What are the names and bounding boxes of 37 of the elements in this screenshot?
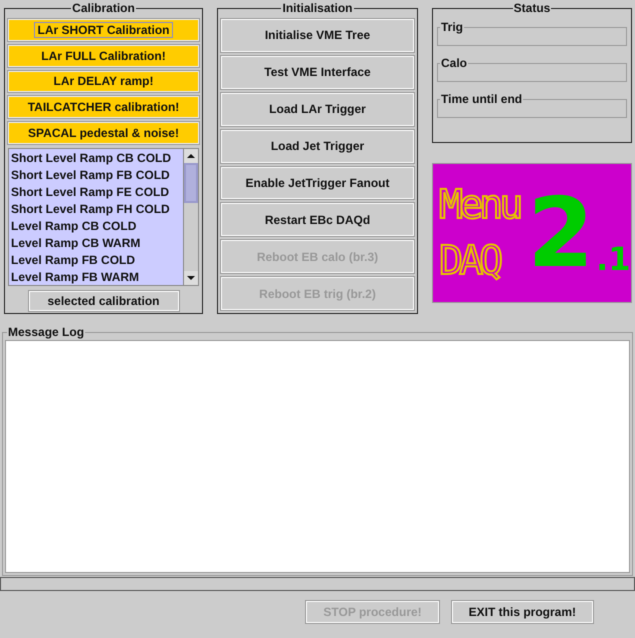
list-item[interactable]: Short Level Ramp FE COLD <box>11 184 181 201</box>
status-label: Trig <box>440 20 464 34</box>
list-item[interactable]: Short Level Ramp CB COLD <box>11 150 181 167</box>
list-item[interactable]: Level Ramp CB WARM <box>11 234 181 252</box>
status-label: Calo <box>440 56 468 70</box>
init-button[interactable]: Load LAr Trigger <box>221 92 414 126</box>
panel-title: Calibration <box>71 2 136 14</box>
calibration-button[interactable]: TAILCATCHER calibration! <box>8 96 199 118</box>
list-item[interactable]: Level Ramp CB COLD <box>11 218 181 235</box>
footer-button[interactable]: EXIT this program! <box>452 601 593 623</box>
scroll-up-icon[interactable] <box>184 148 198 163</box>
init-button[interactable]: Test VME Interface <box>221 56 414 89</box>
list-item[interactable]: Level Ramp FB WARM <box>11 268 181 286</box>
calibration-button[interactable]: LAr DELAY ramp! <box>8 70 199 92</box>
calibration-button[interactable]: LAr SHORT Calibration <box>8 19 199 41</box>
run-selected-button[interactable]: selected calibration <box>28 290 178 311</box>
calibration-button[interactable]: LAr FULL Calibration! <box>8 44 199 67</box>
panel-title: Message Log <box>7 326 86 338</box>
logo-minor-version: .1 <box>596 240 631 278</box>
list-item[interactable]: Level Ramp FB COLD <box>11 252 181 269</box>
init-button[interactable]: Initialise VME Tree <box>221 19 414 52</box>
scroll-thumb[interactable] <box>184 162 198 203</box>
calibration-list[interactable]: Short Level Ramp CB COLD Short Level Ramp FB COLD Short Level Ramp FE COLD Short Level Ramp FH COLD Level Ramp CB COLD Level Ramp CB WARM Level Ramp FB COLD Level Ramp FB WARM <box>8 148 199 286</box>
status-label: Time until end <box>440 92 524 106</box>
logo-word: DAQ <box>439 237 502 286</box>
calibration-button[interactable]: SPACAL pedestal & noise! <box>8 122 199 144</box>
panel-title: Initialisation <box>281 2 354 14</box>
logo-version: 2 <box>527 178 594 288</box>
logo-word: Menu <box>439 181 522 230</box>
scrollbar[interactable] <box>183 148 198 285</box>
init-button[interactable]: Load Jet Trigger <box>221 130 414 162</box>
list-item[interactable]: Short Level Ramp FH COLD <box>11 200 181 218</box>
panel-title: Status <box>512 2 552 14</box>
list-item[interactable]: Short Level Ramp FB COLD <box>11 166 181 184</box>
init-button[interactable]: Enable JetTrigger Fanout <box>221 166 414 200</box>
init-button[interactable]: Restart EBc DAQd <box>221 203 414 236</box>
scroll-down-icon[interactable] <box>184 270 198 285</box>
